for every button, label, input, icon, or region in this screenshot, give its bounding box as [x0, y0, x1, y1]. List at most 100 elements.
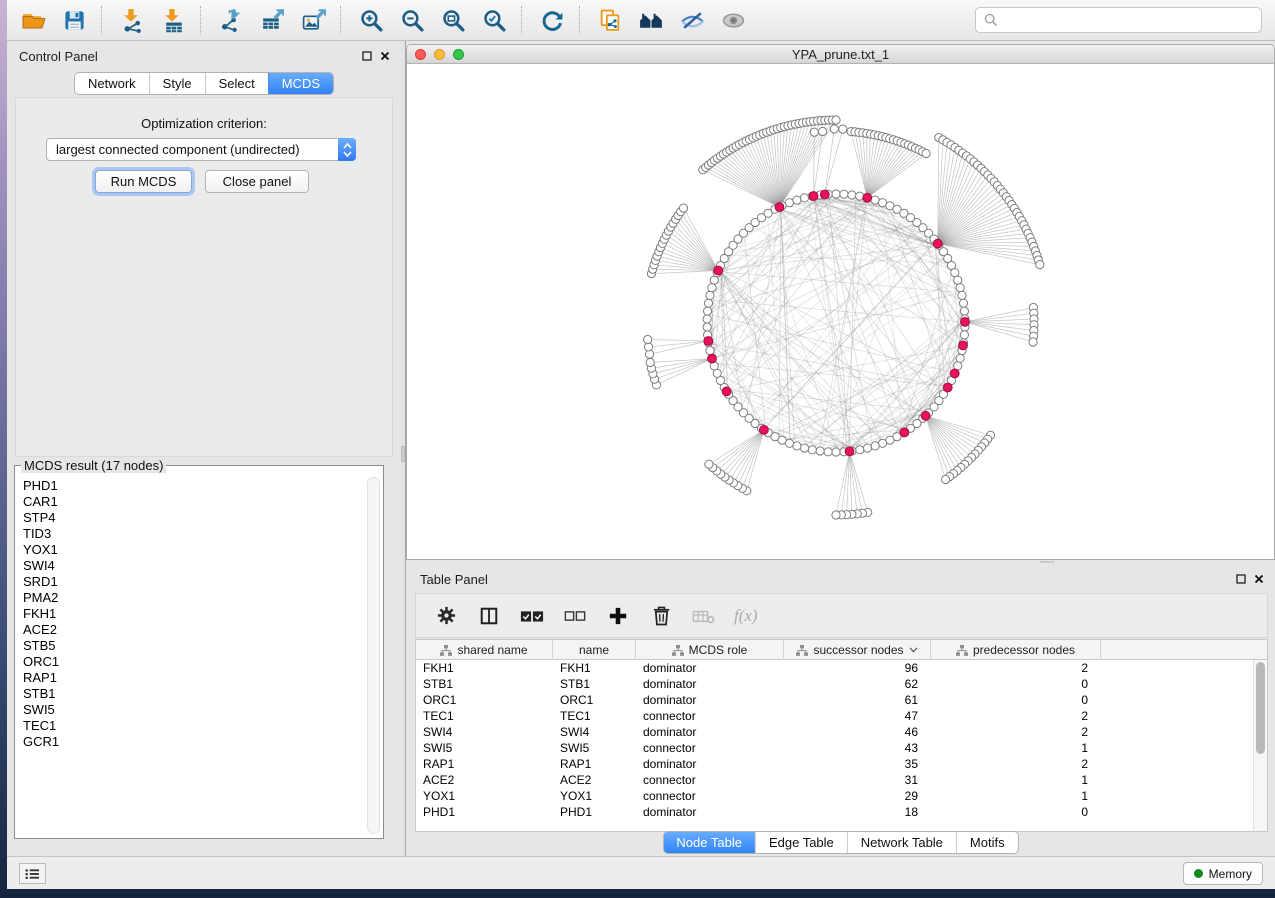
network-node[interactable] [819, 127, 827, 135]
tab-select[interactable]: Select [205, 73, 268, 94]
mcds-result-item[interactable]: ORC1 [16, 654, 365, 670]
show-columns-button[interactable] [476, 601, 502, 631]
float-panel-icon[interactable] [361, 50, 373, 62]
tab-network-table[interactable]: Network Table [847, 832, 956, 853]
table-row[interactable]: YOX1YOX1connector291 [416, 788, 1267, 804]
show-log-button[interactable] [19, 863, 46, 884]
mcds-node[interactable] [820, 190, 829, 199]
network-node[interactable] [824, 448, 832, 456]
mcds-node[interactable] [900, 428, 909, 437]
table-row[interactable]: ACE2ACE2connector311 [416, 772, 1267, 788]
mcds-result-item[interactable]: STB5 [16, 638, 365, 654]
delete-column-button[interactable] [648, 601, 674, 631]
mcds-result-item[interactable]: STP4 [16, 510, 365, 526]
network-node[interactable] [785, 199, 793, 207]
result-list-scrollbar[interactable] [367, 477, 380, 834]
import-network-button[interactable] [112, 3, 153, 37]
network-node[interactable] [708, 284, 716, 292]
network-node[interactable] [679, 204, 687, 212]
float-table-panel-icon[interactable] [1235, 573, 1247, 585]
network-node[interactable] [848, 191, 856, 199]
network-node[interactable] [703, 323, 711, 331]
column-header-name[interactable]: name [553, 640, 636, 660]
network-node[interactable] [863, 444, 871, 452]
network-node[interactable] [832, 190, 840, 198]
close-panel-button[interactable]: Close panel [205, 170, 309, 193]
network-node[interactable] [793, 442, 801, 450]
tab-node-table[interactable]: Node Table [663, 832, 755, 853]
table-row[interactable]: TEC1TEC1connector472 [416, 708, 1267, 724]
open-file-button[interactable] [13, 3, 54, 37]
network-node[interactable] [810, 128, 818, 136]
network-node[interactable] [879, 439, 887, 447]
network-node[interactable] [793, 196, 801, 204]
network-node[interactable] [1036, 261, 1044, 269]
zoom-in-button[interactable] [351, 3, 392, 37]
network-titlebar[interactable]: YPA_prune.txt_1 [407, 45, 1274, 64]
network-node[interactable] [816, 447, 824, 455]
mcds-node[interactable] [704, 337, 713, 346]
zoom-out-button[interactable] [392, 3, 433, 37]
close-panel-icon[interactable] [379, 50, 391, 62]
mcds-node[interactable] [708, 354, 717, 363]
tab-style[interactable]: Style [149, 73, 205, 94]
run-mcds-button[interactable]: Run MCDS [95, 170, 192, 193]
network-node[interactable] [954, 276, 962, 284]
mcds-node[interactable] [722, 387, 731, 396]
mcds-node[interactable] [921, 411, 930, 420]
mcds-result-item[interactable]: ACE2 [16, 622, 365, 638]
mcds-node[interactable] [961, 318, 970, 327]
mcds-result-item[interactable]: YOX1 [16, 542, 365, 558]
network-node[interactable] [922, 149, 930, 157]
table-scrollbar[interactable] [1253, 660, 1267, 831]
network-node[interactable] [830, 125, 838, 133]
mcds-result-item[interactable]: TEC1 [16, 718, 365, 734]
mcds-result-item[interactable]: PHD1 [16, 478, 365, 494]
table-row[interactable]: FKH1FKH1dominator962 [416, 660, 1267, 676]
table-row[interactable]: STB1STB1dominator620 [416, 676, 1267, 692]
network-canvas[interactable] [407, 64, 1274, 559]
mcds-result-item[interactable]: PMA2 [16, 590, 365, 606]
mcds-node[interactable] [950, 369, 959, 378]
zoom-selected-button[interactable] [474, 3, 515, 37]
tab-motifs[interactable]: Motifs [956, 832, 1018, 853]
export-table-button[interactable] [252, 3, 293, 37]
network-node[interactable] [800, 444, 808, 452]
network-node[interactable] [856, 446, 864, 454]
show-all-button[interactable] [713, 3, 754, 37]
mcds-node[interactable] [959, 341, 968, 350]
network-node[interactable] [840, 190, 848, 198]
table-row[interactable]: PHD1PHD1dominator180 [416, 804, 1267, 820]
mcds-node[interactable] [863, 193, 872, 202]
add-column-button[interactable] [605, 601, 631, 631]
mcds-result-item[interactable]: SWI4 [16, 558, 365, 574]
mcds-result-item[interactable]: STB1 [16, 686, 365, 702]
network-node[interactable] [704, 307, 712, 315]
network-node[interactable] [942, 475, 950, 483]
network-node[interactable] [703, 315, 711, 323]
network-node[interactable] [959, 299, 967, 307]
mcds-result-item[interactable]: FKH1 [16, 606, 365, 622]
mcds-result-item[interactable]: SRD1 [16, 574, 365, 590]
network-node[interactable] [960, 307, 968, 315]
zoom-fit-button[interactable] [433, 3, 474, 37]
mcds-node[interactable] [809, 192, 818, 201]
mcds-result-item[interactable]: GCR1 [16, 734, 365, 750]
table-row[interactable]: ORC1ORC1dominator610 [416, 692, 1267, 708]
column-header-MCDS-role[interactable]: MCDS role [636, 640, 784, 660]
column-header-shared-name[interactable]: shared name [416, 640, 553, 660]
network-node[interactable] [644, 343, 652, 351]
network-node[interactable] [960, 331, 968, 339]
mcds-node[interactable] [760, 426, 769, 435]
network-node[interactable] [1029, 338, 1037, 346]
select-all-button[interactable] [519, 601, 545, 631]
network-node[interactable] [644, 335, 652, 343]
import-table-button[interactable] [153, 3, 194, 37]
network-node[interactable] [706, 291, 714, 299]
mcds-result-item[interactable]: SWI5 [16, 702, 365, 718]
network-node[interactable] [956, 284, 964, 292]
network-node[interactable] [956, 354, 964, 362]
network-node[interactable] [808, 446, 816, 454]
splitter-grip[interactable] [401, 446, 405, 462]
table-row[interactable]: SWI5SWI5connector431 [416, 740, 1267, 756]
